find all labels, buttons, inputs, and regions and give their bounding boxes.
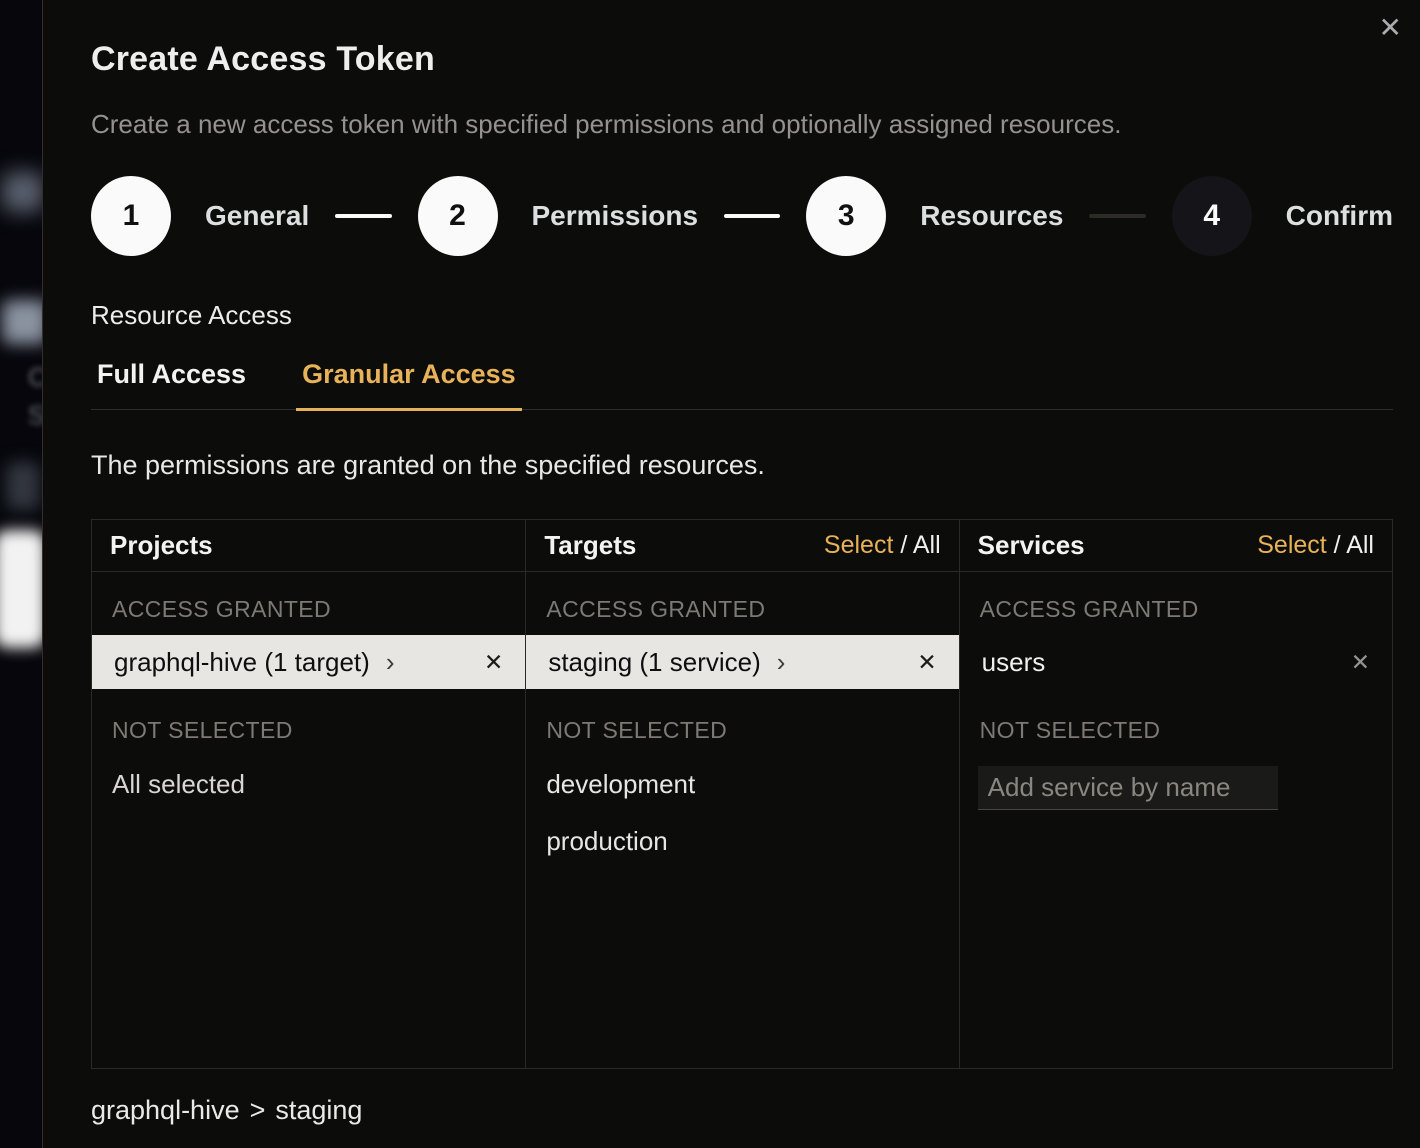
projects-not-selected-label: NOT SELECTED — [92, 689, 525, 756]
granted-service-row[interactable]: users ✕ — [960, 635, 1392, 689]
blurred-background-text: S — [28, 400, 42, 431]
step-general-circle: 1 — [91, 176, 171, 256]
granular-access-description: The permissions are granted on the speci… — [91, 450, 1392, 481]
resource-access-tabs: Full Access Granular Access — [91, 355, 1393, 410]
targets-access-granted-label: ACCESS GRANTED — [526, 572, 958, 635]
targets-all-link[interactable]: All — [913, 531, 941, 559]
step-confirm-label: Confirm — [1286, 200, 1393, 232]
granted-target-row[interactable]: staging (1 service) › ✕ — [526, 635, 958, 689]
services-column: Services Select / All ACCESS GRANTED use… — [959, 520, 1392, 1068]
services-select-link[interactable]: Select — [1257, 531, 1326, 559]
services-not-selected-label: NOT SELECTED — [960, 689, 1392, 756]
chevron-right-icon: › — [777, 647, 786, 678]
remove-service-icon[interactable]: ✕ — [1351, 649, 1370, 676]
targets-select-link[interactable]: Select — [824, 531, 893, 559]
background-page-strip: C S — [0, 0, 42, 1148]
targets-select-links: Select / All — [824, 531, 941, 560]
tab-full-access[interactable]: Full Access — [91, 355, 252, 411]
targets-column-title: Targets — [544, 530, 636, 561]
services-access-granted-label: ACCESS GRANTED — [960, 572, 1392, 635]
modal-title: Create Access Token — [91, 40, 1392, 79]
granted-project-row[interactable]: graphql-hive (1 target) › ✕ — [92, 635, 525, 689]
chevron-right-icon: › — [386, 647, 395, 678]
step-resources-circle: 3 — [806, 176, 886, 256]
blurred-background-text: C — [28, 362, 42, 393]
services-all-link[interactable]: All — [1346, 531, 1374, 559]
resource-breadcrumb: graphql-hive>staging — [91, 1095, 1392, 1126]
step-confirm[interactable]: 4 Confirm — [1172, 176, 1393, 256]
create-access-token-modal: ✕ Create Access Token Create a new acces… — [42, 0, 1420, 1148]
step-permissions[interactable]: 2 Permissions — [418, 176, 699, 256]
step-resources[interactable]: 3 Resources — [806, 176, 1063, 256]
breadcrumb-separator: > — [240, 1095, 276, 1125]
step-general[interactable]: 1 General — [91, 176, 309, 256]
modal-subtitle: Create a new access token with specified… — [91, 109, 1392, 140]
granted-project-label: graphql-hive (1 target) — [114, 647, 370, 678]
blurred-background-button — [0, 530, 42, 648]
breadcrumb-target[interactable]: staging — [275, 1095, 362, 1125]
targets-link-divider: / — [893, 531, 912, 559]
targets-column-header: Targets Select / All — [526, 520, 958, 572]
add-service-input[interactable] — [978, 766, 1278, 810]
step-permissions-circle: 2 — [418, 176, 498, 256]
step-connector — [724, 214, 780, 218]
close-icon[interactable]: ✕ — [1379, 14, 1402, 42]
services-link-divider: / — [1327, 531, 1346, 559]
step-permissions-label: Permissions — [532, 200, 699, 232]
resource-selection-table: Projects ACCESS GRANTED graphql-hive (1 … — [91, 519, 1393, 1069]
target-item-development[interactable]: development — [526, 756, 958, 813]
projects-access-granted-label: ACCESS GRANTED — [92, 572, 525, 635]
granted-service-label: users — [982, 647, 1046, 678]
projects-all-selected-note: All selected — [92, 756, 525, 813]
wizard-stepper: 1 General 2 Permissions 3 Resources 4 Co… — [91, 176, 1393, 256]
projects-column: Projects ACCESS GRANTED graphql-hive (1 … — [92, 520, 525, 1068]
target-item-production[interactable]: production — [526, 813, 958, 870]
targets-not-selected-label: NOT SELECTED — [526, 689, 958, 756]
services-column-title: Services — [978, 530, 1085, 561]
breadcrumb-project[interactable]: graphql-hive — [91, 1095, 240, 1125]
targets-column: Targets Select / All ACCESS GRANTED stag… — [525, 520, 958, 1068]
services-select-links: Select / All — [1257, 531, 1374, 560]
blurred-background-blob — [6, 462, 40, 510]
remove-project-icon[interactable]: ✕ — [484, 649, 503, 676]
blurred-background-blob — [2, 300, 42, 344]
services-column-header: Services Select / All — [960, 520, 1392, 572]
step-general-label: General — [205, 200, 309, 232]
step-connector — [1089, 214, 1145, 218]
projects-column-title: Projects — [110, 530, 213, 561]
step-resources-label: Resources — [920, 200, 1063, 232]
projects-column-header: Projects — [92, 520, 525, 572]
blurred-background-blob — [2, 172, 42, 212]
resource-access-heading: Resource Access — [91, 300, 1392, 331]
granted-target-label: staging (1 service) — [548, 647, 760, 678]
tab-granular-access[interactable]: Granular Access — [296, 355, 522, 411]
remove-target-icon[interactable]: ✕ — [917, 649, 936, 676]
step-connector — [335, 214, 391, 218]
step-confirm-circle: 4 — [1172, 176, 1252, 256]
